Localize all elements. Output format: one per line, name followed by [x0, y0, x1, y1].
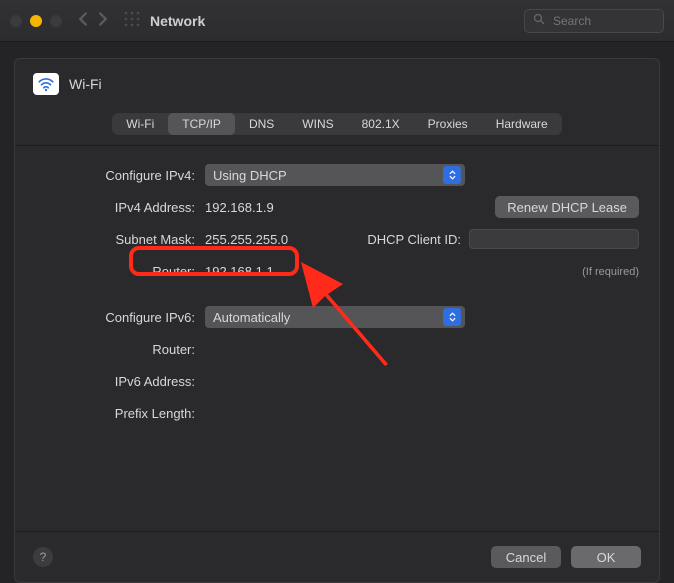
label-prefix-length: Prefix Length:: [35, 406, 205, 421]
nav-buttons: [76, 12, 110, 29]
row-configure-ipv6: Configure IPv6: Automatically: [35, 306, 639, 328]
tab-hardware[interactable]: Hardware: [482, 113, 562, 135]
row-subnet: Subnet Mask: 255.255.255.0 DHCP Client I…: [35, 228, 639, 250]
row-configure-ipv4: Configure IPv4: Using DHCP: [35, 164, 639, 186]
select-value: Automatically: [213, 310, 290, 325]
label-ipv4-address: IPv4 Address:: [35, 200, 205, 215]
back-icon[interactable]: [76, 12, 90, 29]
forward-icon[interactable]: [96, 12, 110, 29]
label-dhcp-client-id: DHCP Client ID:: [367, 232, 461, 247]
row-ipv4-address: IPv4 Address: 192.168.1.9 Renew DHCP Lea…: [35, 196, 639, 218]
traffic-lights: [10, 15, 62, 27]
hint-if-required: (If required): [582, 266, 639, 278]
close-dot[interactable]: [10, 15, 22, 27]
chevron-updown-icon: [443, 308, 461, 326]
panel-body: Configure IPv4: Using DHCP IPv4 Address:…: [15, 146, 659, 531]
label-router-ipv4: Router:: [35, 264, 205, 279]
tabs: Wi-FiTCP/IPDNSWINS802.1XProxiesHardware: [112, 113, 561, 135]
sheet-header: Wi-Fi: [15, 59, 659, 105]
input-dhcp-client-id[interactable]: [469, 229, 639, 249]
wifi-label: Wi-Fi: [69, 76, 102, 92]
wifi-icon: [33, 73, 59, 95]
select-value: Using DHCP: [213, 168, 287, 183]
tab-wifi[interactable]: Wi-Fi: [112, 113, 168, 135]
minimize-dot[interactable]: [30, 15, 42, 27]
footer: ? Cancel OK: [15, 531, 659, 582]
label-subnet: Subnet Mask:: [35, 232, 205, 247]
search-input[interactable]: [551, 13, 655, 29]
row-ipv6-address: IPv6 Address:: [35, 370, 639, 392]
tab-tcpip[interactable]: TCP/IP: [168, 113, 235, 135]
tab-wins[interactable]: WINS: [288, 113, 347, 135]
tab-proxies[interactable]: Proxies: [414, 113, 482, 135]
select-configure-ipv4[interactable]: Using DHCP: [205, 164, 465, 186]
label-configure-ipv6: Configure IPv6:: [35, 310, 205, 325]
search-icon: [533, 13, 545, 28]
maximize-dot[interactable]: [50, 15, 62, 27]
titlebar: Network: [0, 0, 674, 42]
value-ipv4-address: 192.168.1.9: [205, 200, 274, 215]
search-field[interactable]: [524, 9, 664, 33]
window-title: Network: [150, 13, 205, 29]
tab-dns[interactable]: DNS: [235, 113, 288, 135]
row-router-ipv4: Router: 192.168.1.1 (If required): [35, 260, 639, 282]
tabstrip: Wi-FiTCP/IPDNSWINS802.1XProxiesHardware: [15, 105, 659, 146]
select-configure-ipv6[interactable]: Automatically: [205, 306, 465, 328]
settings-sheet: Wi-Fi Wi-FiTCP/IPDNSWINS802.1XProxiesHar…: [14, 58, 660, 583]
value-subnet: 255.255.255.0: [205, 232, 288, 247]
label-ipv6-address: IPv6 Address:: [35, 374, 205, 389]
renew-dhcp-button[interactable]: Renew DHCP Lease: [495, 196, 639, 218]
help-button[interactable]: ?: [33, 547, 53, 567]
cancel-button[interactable]: Cancel: [491, 546, 561, 568]
row-prefix-length: Prefix Length:: [35, 402, 639, 424]
value-router-ipv4: 192.168.1.1: [205, 264, 274, 279]
ok-button[interactable]: OK: [571, 546, 641, 568]
label-configure-ipv4: Configure IPv4:: [35, 168, 205, 183]
row-router-ipv6: Router:: [35, 338, 639, 360]
chevron-updown-icon: [443, 166, 461, 184]
grid-icon[interactable]: [124, 11, 140, 30]
tab-8021x[interactable]: 802.1X: [348, 113, 414, 135]
label-router-ipv6: Router:: [35, 342, 205, 357]
